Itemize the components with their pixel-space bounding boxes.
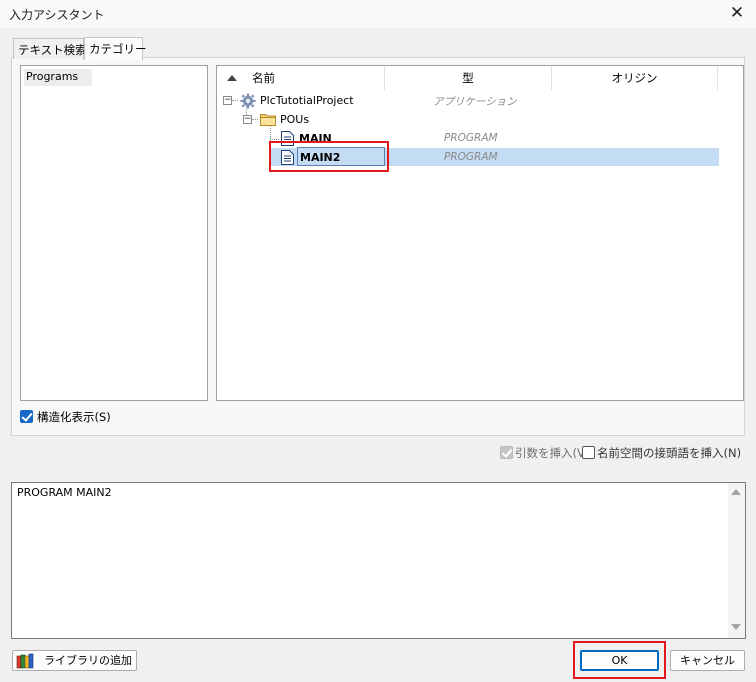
add-library-label: ライブラリの追加	[44, 654, 132, 667]
cancel-label: キャンセル	[680, 654, 735, 667]
tab-category[interactable]: カテゴリー	[84, 37, 147, 60]
collapse-toggle[interactable]: −	[223, 96, 232, 105]
library-books-icon	[16, 653, 34, 669]
namespace-prefix-checkbox[interactable]	[582, 446, 595, 459]
sort-ascending-icon	[227, 75, 237, 81]
structured-view-label: 構造化表示(S)	[37, 410, 111, 424]
gear-icon	[240, 93, 256, 109]
cancel-button[interactable]: キャンセル	[670, 650, 745, 671]
column-origin-label: オリジン	[611, 71, 658, 85]
add-library-button[interactable]: ライブラリの追加	[12, 650, 137, 671]
tree-connector	[252, 119, 258, 120]
tree-item-type: PROGRAM	[444, 151, 498, 163]
tree-connector	[270, 139, 279, 140]
structured-view-checkbox[interactable]	[20, 410, 33, 423]
description-text: PROGRAM MAIN2	[17, 486, 112, 499]
column-header-type[interactable]: 型	[385, 66, 552, 90]
title-bar	[0, 0, 756, 28]
tab-label: カテゴリー	[89, 42, 147, 56]
insert-arguments-checkbox[interactable]	[500, 446, 513, 459]
tab-label: テキスト検索	[18, 43, 87, 57]
tree-item-type: PROGRAM	[444, 132, 498, 144]
description-scrollbar[interactable]	[728, 483, 745, 638]
column-header-name[interactable]: 名前	[217, 66, 385, 90]
highlight-box-main2	[269, 141, 389, 172]
tree-item-type: アプリケーション	[433, 96, 517, 108]
tree-item-project[interactable]: PlcTutotialProject	[260, 94, 354, 107]
tab-text-search[interactable]: テキスト検索	[13, 38, 87, 59]
category-item-programs[interactable]: Programs	[24, 69, 92, 86]
description-textbox[interactable]	[11, 482, 746, 639]
column-type-label: 型	[462, 71, 474, 85]
scroll-down-icon[interactable]	[731, 624, 741, 630]
window-title: 入力アシスタント	[9, 8, 105, 22]
column-name-label: 名前	[252, 71, 275, 85]
collapse-toggle[interactable]: −	[243, 115, 252, 124]
close-icon: ✕	[729, 3, 745, 23]
close-button[interactable]: ✕	[722, 1, 752, 25]
scroll-up-icon[interactable]	[731, 489, 741, 495]
highlight-box-ok	[573, 641, 666, 679]
namespace-prefix-label: 名前空間の接頭語を挿入(N)	[597, 446, 742, 460]
tree-connector	[232, 100, 238, 101]
folder-icon	[260, 112, 276, 126]
insert-arguments-label: 引数を挿入(V	[515, 446, 585, 460]
category-list[interactable]	[20, 65, 208, 401]
tree-item-pous[interactable]: POUs	[280, 113, 309, 126]
column-header-origin[interactable]: オリジン	[552, 66, 718, 90]
